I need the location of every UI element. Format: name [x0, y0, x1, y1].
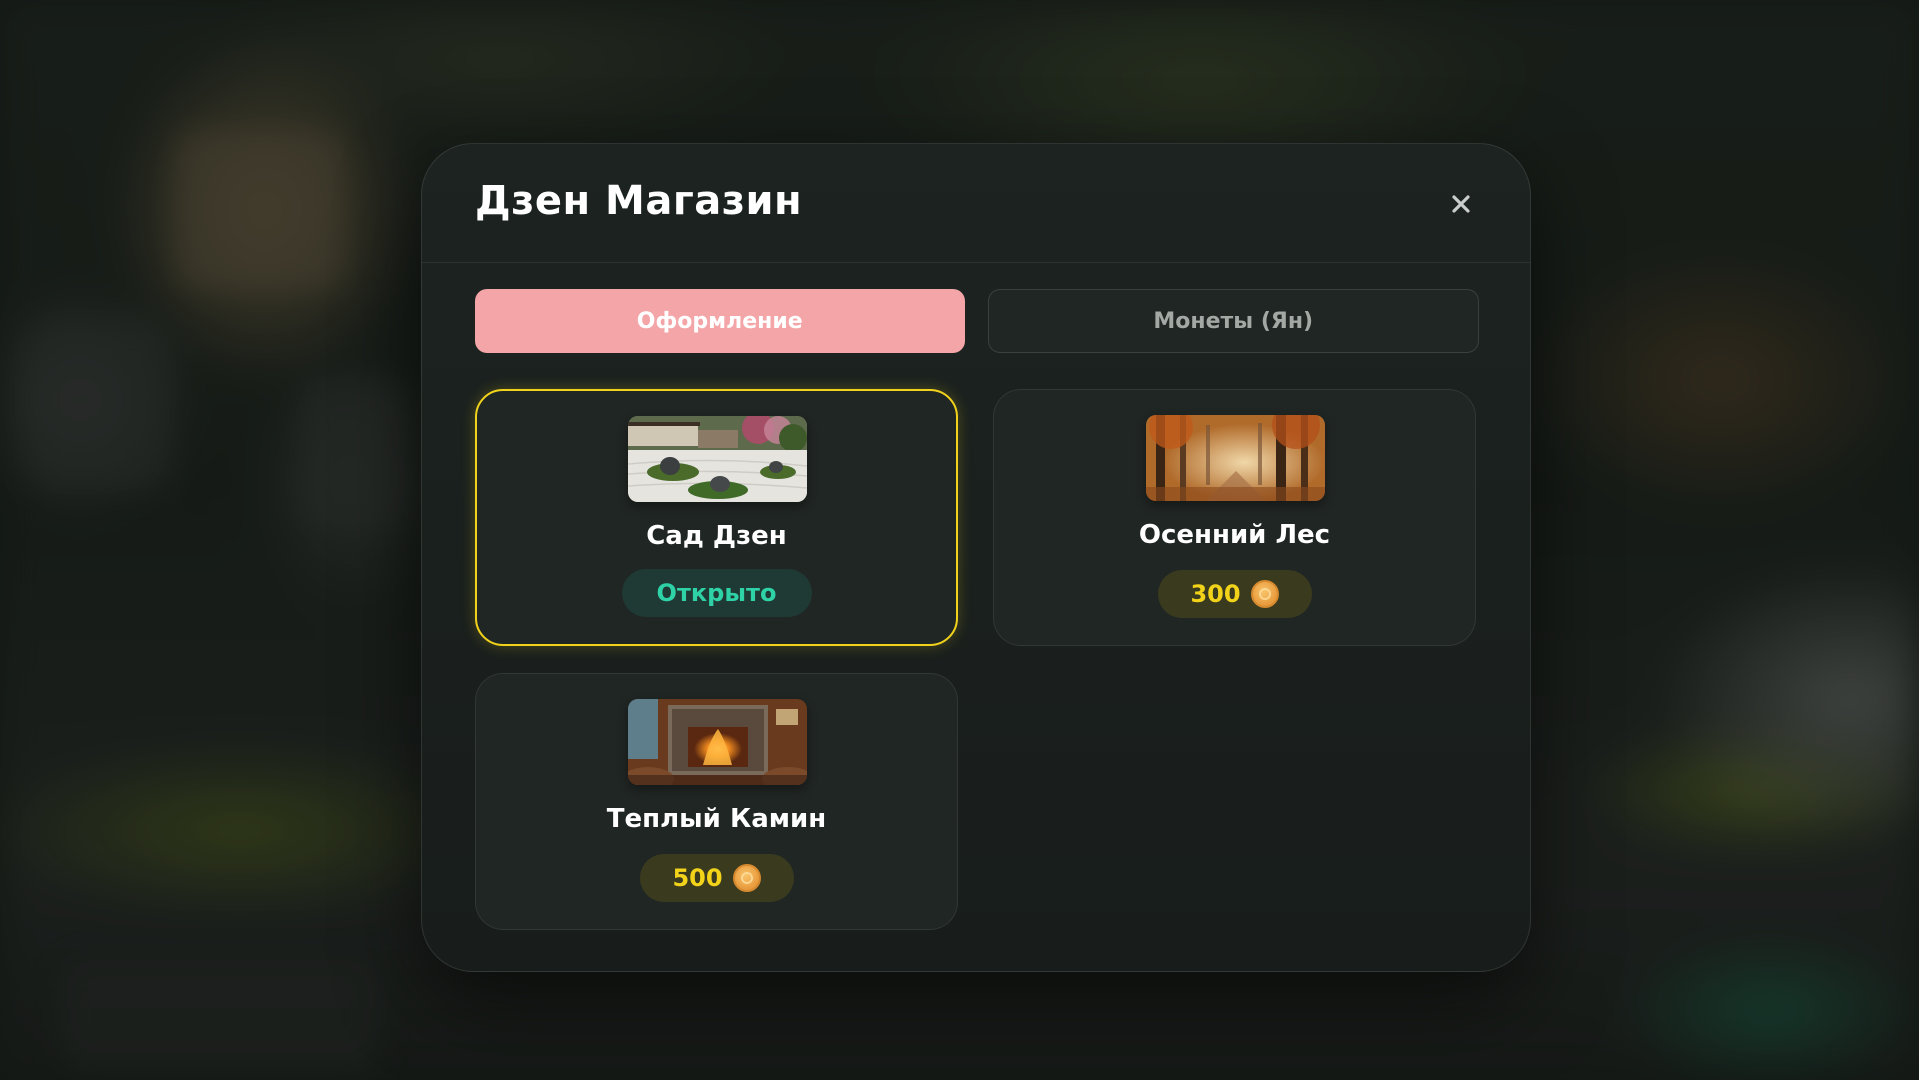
- shop-item-autumn-forest[interactable]: Осенний Лес 300: [993, 389, 1476, 646]
- price-value: 500: [672, 864, 723, 892]
- tab-decor[interactable]: Оформление: [475, 289, 965, 353]
- price-badge: 300: [1157, 570, 1312, 618]
- coin-icon: [732, 864, 761, 892]
- zen-garden-thumbnail: [627, 416, 807, 502]
- item-title: Теплый Камин: [606, 804, 827, 834]
- item-title: Осенний Лес: [1138, 520, 1331, 550]
- modal-header: Дзен Магазин: [422, 144, 1530, 263]
- warm-fireplace-thumbnail: [627, 699, 807, 785]
- modal-title: Дзен Магазин: [475, 178, 803, 224]
- tab-coins[interactable]: Монеты (Ян): [987, 289, 1479, 353]
- shop-tabs: Оформление Монеты (Ян): [475, 289, 1479, 353]
- close-icon: [1452, 195, 1470, 213]
- price-value: 300: [1190, 580, 1241, 608]
- item-title: Сад Дзен: [646, 521, 787, 551]
- status-badge: Открыто: [621, 569, 812, 617]
- close-button[interactable]: [1445, 188, 1477, 220]
- shop-item-warm-fireplace[interactable]: Теплый Камин 500: [475, 673, 958, 930]
- coin-icon: [1250, 580, 1279, 608]
- shop-modal: Дзен Магазин Оформление Монеты (Ян) Сад …: [421, 143, 1531, 972]
- price-badge: 500: [639, 854, 794, 902]
- autumn-forest-thumbnail: [1145, 415, 1325, 501]
- shop-item-zen-garden[interactable]: Сад Дзен Открыто: [475, 389, 958, 646]
